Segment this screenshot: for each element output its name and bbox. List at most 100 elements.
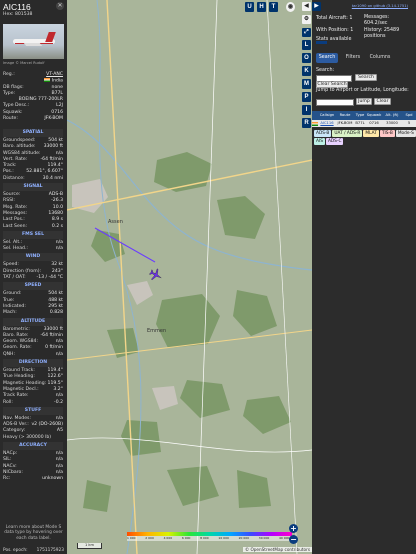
wind-row: TAT / OAT: -13 / -44 °C [3,275,63,281]
column-header[interactable]: Type [354,111,366,120]
source-filter-chip[interactable]: TIS-B [379,130,395,137]
section-header-altitude[interactable]: ALTITUDE [3,317,63,326]
signal-row: Last Seen: 0.2 s [3,224,63,230]
section-header-direction[interactable]: DIRECTION [3,359,63,368]
direction-row: Roll: -0.2 [3,400,63,406]
column-header[interactable]: Alt. (ft) [382,111,402,120]
zoom-out-button[interactable]: − [289,535,298,544]
collapse-left-icon[interactable]: ◀ [302,2,311,11]
section-header-fms[interactable]: FMS SEL [3,230,63,239]
hex-line: Hex: 801538 [3,12,32,17]
aircraft-photo[interactable] [3,24,64,59]
table-cell: B77L [355,121,365,125]
map-button-h[interactable]: H [257,2,266,12]
zoom-in-button[interactable]: + [289,524,298,533]
speed-value: 0.828 [49,310,63,316]
wind-label: TAT / OAT: [3,275,26,281]
source-filter-chip[interactable]: AIS [314,138,325,145]
tab-columns[interactable]: Columns [367,53,393,63]
fullscreen-icon[interactable]: ⤢ [302,28,311,37]
clear-search-button[interactable]: Clear Search [316,81,348,88]
jump-button[interactable]: Jump [356,98,372,105]
column-header[interactable]: Callsign [318,111,336,120]
tar1090-app: AIC116 Hex: 801538 ✕ Image © Marcel Rudo… [0,0,416,554]
identity-rows: Reg.: VT-ANC India DB flags: none Type: … [3,72,63,122]
map-canvas[interactable] [67,0,312,554]
photo-wing [23,43,43,46]
signal-value: 0.2 s [51,223,63,229]
map-button-t[interactable]: T [269,2,278,12]
table-row[interactable]: AIC116 JFK-BOM B77L 0716 33000 5 [312,120,416,127]
photo-credit: Image © Marcel Rudolf [3,61,45,65]
section-header-spatial[interactable]: SPATIAL [3,129,63,137]
section-header-stuff[interactable]: STUFF [3,406,63,415]
map-button-u[interactable]: U [245,2,254,12]
messages-rate: Messages: 604.2/sec [364,15,390,26]
place-label-assen: Assen [108,219,123,225]
fms-row: Sel. Head.: n/a [3,246,63,252]
source-filter-chip[interactable]: ADS-C [325,138,344,145]
spatial-row: Distance: 30.4 nmi [3,176,63,182]
place-label-emmen: Emmen [147,328,167,334]
hex-label: Hex: [3,12,14,17]
source-filter-chip[interactable]: Mode-S [395,130,416,137]
aircraft-list-panel: ▶ tar1090 on github (3.14.1751) Total Ai… [312,0,416,554]
jump-input[interactable] [316,99,354,106]
table-cell: 5 [407,121,411,125]
source-filter-chip[interactable]: ADS-B [314,130,332,137]
source-filter-chip[interactable]: MLAT [363,130,379,137]
altitude-tick: 10 000 [218,536,229,540]
tab-search[interactable]: Search [316,53,338,63]
altitude-tick: 4 000 [163,536,173,540]
close-icon[interactable]: ✕ [56,2,64,10]
source-filter-chip[interactable]: UAT / ADS-R [332,130,363,137]
map-button-o[interactable]: O [302,53,311,63]
map-button-k[interactable]: K [302,66,311,76]
map-button-m[interactable]: M [302,79,311,89]
section-header-wind[interactable]: WIND [3,253,63,262]
spatial-label: Distance: [3,175,25,181]
map-button-l[interactable]: L [302,40,311,50]
section-header-accuracy[interactable]: ACCURACY [3,441,63,450]
settings-gear-icon[interactable]: ⚙ [302,15,311,24]
type-label: Type: [3,90,16,96]
tab-filters[interactable]: Filters [342,53,364,63]
map-scale: 1 km [77,543,102,549]
section-header-signal[interactable]: SIGNAL [3,183,63,192]
learn-more-text: Learn more about Mode S data type by hov… [4,525,63,541]
map-button-r[interactable]: R [302,118,311,128]
altitude-value: n/a [55,351,63,357]
clear-button[interactable]: Clear [374,98,391,105]
column-header[interactable]: Spd [402,111,416,120]
stuff-value: A5 [56,428,63,434]
altitude-tick: 6 000 [181,536,191,540]
column-header[interactable]: Route [336,111,354,120]
github-link[interactable]: tar1090 on github (3.14.1751) [352,4,408,8]
registration-label: Reg.: [3,72,15,77]
map-view[interactable]: Assen Emmen U H T ◉ 1 km 1 000 2 000 4 000… [67,0,312,554]
map-attribution[interactable]: © OpenStreetMap contributors [242,547,312,552]
accuracy-row: Rc: unknown [3,476,63,482]
table-cell: 33000 [386,121,398,125]
route-value: JFK-BOM [44,116,63,122]
fms-label: Sel. Head.: [3,246,28,252]
map-button-p[interactable]: P [302,92,311,102]
table-cell: 0716 [369,121,379,125]
search-button[interactable]: Search [355,74,377,81]
callsign: AIC116 [3,2,31,12]
map-button-i[interactable]: I [302,105,311,115]
direction-label: Roll: [3,399,13,405]
altitude-tick: 8 000 [200,536,209,540]
spatial-value: 30.4 nmi [42,175,63,181]
altitude-tick: 20 000 [238,536,250,540]
column-header[interactable]: Squawk [366,111,382,120]
route-label: Route: [3,116,18,122]
source-filter-legend: ADS-B UAT / ADS-R MLAT TIS-B Mode-S AIS ADS-C [312,130,416,145]
section-header-speed[interactable]: SPEED [3,282,63,291]
with-position: With Position: 1 [316,28,354,33]
stats-bar [316,41,327,44]
collapse-right-icon[interactable]: ▶ [312,2,321,11]
epoch-value: 1751175923 [36,548,64,553]
layers-icon[interactable]: ◉ [286,2,295,12]
detail-sections: SPATIAL Groundspeed: 504 kt Baro. altitude:… [3,128,63,482]
